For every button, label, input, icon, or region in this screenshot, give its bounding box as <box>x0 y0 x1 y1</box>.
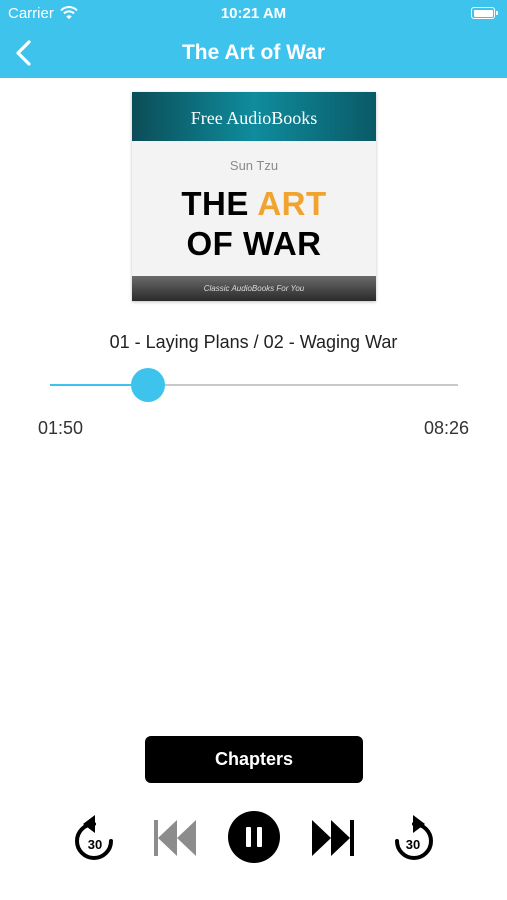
skip-back-30-button[interactable]: 30 <box>71 811 121 865</box>
elapsed-time: 01:50 <box>38 418 84 438</box>
status-bar: Carrier 10:21 AM <box>0 0 507 28</box>
track-title: 01 - Laying Plans / 02 - Waging War <box>109 332 398 352</box>
total-time: 08:26 <box>423 418 469 438</box>
book-cover: Free AudioBooks Sun Tzu THE ART OF WAR C… <box>132 92 376 301</box>
cover-title-accent: ART <box>257 185 327 222</box>
page-title: The Art of War <box>181 41 326 64</box>
status-time: 10:21 AM <box>220 5 287 22</box>
chapters-button[interactable]: Chapters <box>145 736 363 783</box>
previous-track-button[interactable] <box>150 815 198 861</box>
cover-title-line1: THE ART <box>132 184 376 224</box>
cover-title-line2: OF WAR <box>186 225 322 262</box>
skip-forward-30-button[interactable]: 30 <box>387 811 437 865</box>
slider-thumb[interactable] <box>130 368 165 402</box>
skip-forward-seconds: 30 <box>406 837 420 852</box>
cover-publisher: Free AudioBooks <box>132 92 376 141</box>
cover-author: Sun Tzu <box>229 158 279 173</box>
next-icon <box>312 820 354 856</box>
battery-icon <box>471 7 498 19</box>
skip-back-seconds: 30 <box>88 837 102 852</box>
header: Carrier 10:21 AM The Art of War <box>0 0 507 78</box>
cover-tagline: Classic AudioBooks For You <box>132 276 376 301</box>
skip-back-icon: 30 <box>75 815 113 860</box>
cover-title-plain: THE <box>181 185 258 222</box>
progress-slider[interactable] <box>50 366 458 404</box>
previous-icon <box>154 820 196 856</box>
pause-icon <box>228 811 280 863</box>
skip-forward-icon: 30 <box>395 815 433 860</box>
pause-button[interactable] <box>227 810 281 864</box>
cover-title: THE ART OF WAR <box>132 184 376 264</box>
next-track-button[interactable] <box>310 815 358 861</box>
